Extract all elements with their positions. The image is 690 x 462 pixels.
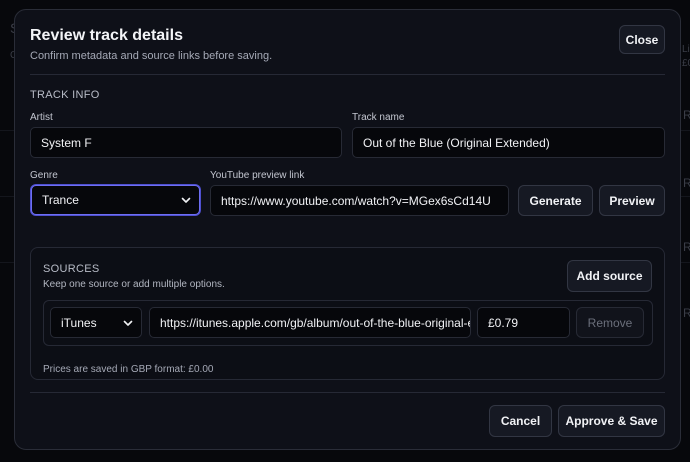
genre-select-value: Trance <box>42 193 79 207</box>
bg-fragment: £0 <box>682 58 690 69</box>
sources-description: Keep one source or add multiple options. <box>43 279 225 290</box>
generate-button[interactable]: Generate <box>518 185 593 216</box>
preview-button[interactable]: Preview <box>599 185 665 216</box>
price-format-hint: Prices are saved in GBP format: £0.00 <box>43 364 214 375</box>
bg-fragment: R <box>683 108 690 122</box>
dialog-subtitle: Confirm metadata and source links before… <box>30 50 273 62</box>
close-button[interactable]: Close <box>619 25 665 54</box>
genre-label: Genre <box>30 170 58 181</box>
artist-label: Artist <box>30 112 53 123</box>
bg-fragment: R <box>683 306 690 320</box>
artist-field[interactable]: System F <box>30 127 342 158</box>
bg-fragment: R <box>683 240 690 254</box>
dialog-title: Review track details <box>30 27 183 44</box>
chevron-down-icon <box>123 320 133 326</box>
review-track-dialog: Review track details Confirm metadata an… <box>14 9 681 450</box>
approve-save-button[interactable]: Approve & Save <box>558 405 665 437</box>
genre-select[interactable]: Trance <box>31 185 200 215</box>
sources-panel: SOURCES Keep one source or add multiple … <box>30 247 665 380</box>
header-divider <box>30 74 665 75</box>
sources-heading: SOURCES <box>43 263 100 275</box>
add-source-button[interactable]: Add source <box>567 260 652 292</box>
track-name-field[interactable]: Out of the Blue (Original Extended) <box>352 127 665 158</box>
cancel-button[interactable]: Cancel <box>489 405 552 437</box>
source-url-field[interactable]: https://itunes.apple.com/gb/album/out-of… <box>149 307 471 338</box>
bg-fragment: Li <box>682 44 690 55</box>
source-row: iTunes https://itunes.apple.com/gb/album… <box>43 300 653 346</box>
store-select-value: iTunes <box>61 315 97 330</box>
track-name-label: Track name <box>352 112 405 123</box>
footer-divider <box>30 392 665 393</box>
youtube-link-field[interactable]: https://www.youtube.com/watch?v=MGex6sCd… <box>210 185 509 216</box>
track-info-heading: TRACK INFO <box>30 89 100 101</box>
remove-source-button[interactable]: Remove <box>576 307 644 338</box>
bg-fragment: R <box>683 176 690 190</box>
source-price-field[interactable]: £0.79 <box>477 307 570 338</box>
youtube-link-label: YouTube preview link <box>210 170 305 181</box>
store-select[interactable]: iTunes <box>50 307 142 338</box>
chevron-down-icon <box>181 197 191 203</box>
